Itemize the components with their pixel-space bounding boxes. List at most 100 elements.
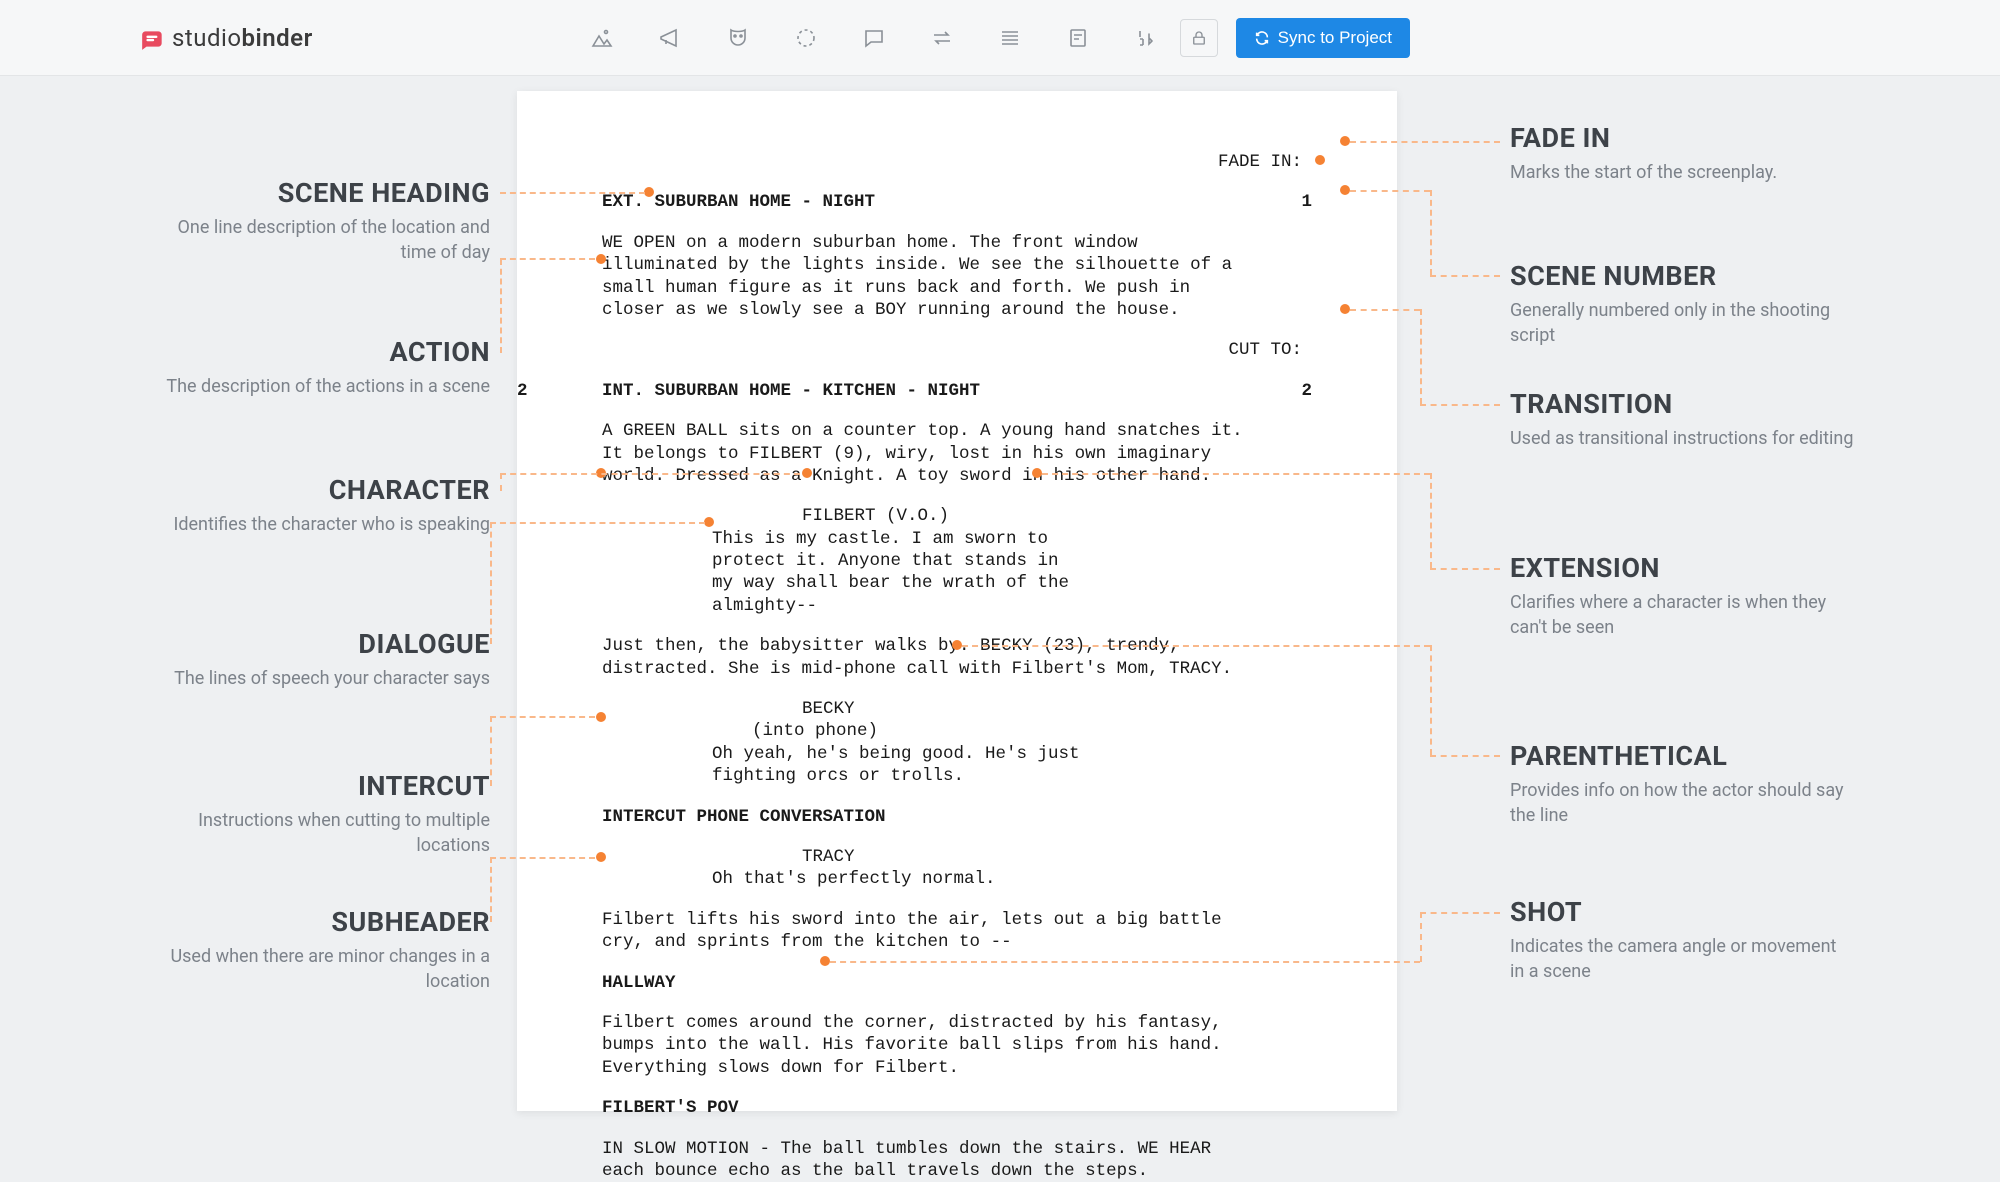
anno-desc: Marks the start of the screenplay. bbox=[1510, 160, 1855, 185]
connector-dot bbox=[1315, 155, 1325, 165]
right-annotation-extension: EXTENSION Clarifies where a character is… bbox=[1510, 552, 1855, 640]
connector-line bbox=[1042, 473, 1430, 475]
connector-line bbox=[1420, 912, 1500, 914]
scene-icon[interactable] bbox=[590, 26, 614, 50]
circle-icon[interactable] bbox=[794, 26, 818, 50]
scene2-number-left: 2 bbox=[517, 380, 557, 402]
anno-desc: Used as transitional instructions for ed… bbox=[1510, 426, 1855, 451]
action-becky-intro: Just then, the babysitter walks by. BECK… bbox=[602, 635, 1342, 680]
action-hallway: Filbert comes around the corner, distrac… bbox=[602, 1012, 1342, 1079]
scene2-action: A GREEN BALL sits on a counter top. A yo… bbox=[602, 420, 1342, 487]
anno-title: SCENE NUMBER bbox=[1510, 260, 1855, 292]
fade-in: FADE IN: bbox=[602, 151, 1342, 173]
right-annotation-scene-number: SCENE NUMBER Generally numbered only in … bbox=[1510, 260, 1855, 348]
shot-pov: FILBERT'S POV bbox=[602, 1097, 1342, 1119]
connector-dot bbox=[1340, 185, 1350, 195]
connector-dot bbox=[802, 468, 812, 478]
action-pov: IN SLOW MOTION - The ball tumbles down t… bbox=[602, 1138, 1342, 1182]
connector-line bbox=[500, 473, 502, 491]
connector-line bbox=[962, 645, 1430, 647]
swap-icon[interactable] bbox=[930, 26, 954, 50]
sync-to-project-button[interactable]: Sync to Project bbox=[1236, 18, 1410, 58]
connector-line bbox=[490, 716, 492, 786]
sync-button-label: Sync to Project bbox=[1278, 28, 1392, 48]
left-annotation-intercut: INTERCUT Instructions when cutting to mu… bbox=[145, 770, 490, 858]
toolbar-right-group: Sync to Project bbox=[1180, 18, 1410, 58]
connector-line bbox=[830, 961, 1420, 963]
scene-heading-2: 2 INT. SUBURBAN HOME - KITCHEN - NIGHT 2 bbox=[602, 380, 1342, 402]
anno-title: FADE IN bbox=[1510, 122, 1855, 154]
connector-dot bbox=[1032, 468, 1042, 478]
toolbar-tools bbox=[590, 26, 1158, 50]
connector-line bbox=[1430, 645, 1432, 755]
lines-icon[interactable] bbox=[998, 26, 1022, 50]
anno-desc: Clarifies where a character is when they… bbox=[1510, 590, 1855, 640]
connector-line bbox=[490, 522, 705, 524]
scene2-number-right: 2 bbox=[1301, 380, 1342, 402]
dialogue-becky: Oh yeah, he's being good. He's just figh… bbox=[712, 743, 1212, 788]
anno-title: SCENE HEADING bbox=[145, 177, 490, 209]
left-annotation-character: CHARACTER Identifies the character who i… bbox=[145, 474, 490, 537]
transition-cut-to: CUT TO: bbox=[602, 339, 1342, 361]
connector-dot bbox=[1340, 304, 1350, 314]
connector-line bbox=[1430, 275, 1500, 277]
left-annotation-subheader: SUBHEADER Used when there are minor chan… bbox=[145, 906, 490, 994]
numbering-icon[interactable] bbox=[1134, 26, 1158, 50]
connector-line bbox=[490, 522, 492, 644]
anno-title: DIALOGUE bbox=[145, 628, 490, 660]
connector-line bbox=[500, 259, 502, 353]
lock-button[interactable] bbox=[1180, 19, 1218, 57]
anno-desc: Instructions when cutting to multiple lo… bbox=[145, 808, 490, 858]
action-sword: Filbert lifts his sword into the air, le… bbox=[602, 909, 1342, 954]
document-canvas: FADE IN: EXT. SUBURBAN HOME - NIGHT 1 WE… bbox=[0, 76, 2000, 1125]
character-tracy: TRACY bbox=[802, 846, 1342, 868]
connector-dot bbox=[1340, 136, 1350, 146]
anno-title: SHOT bbox=[1510, 896, 1855, 928]
anno-desc: One line description of the location and… bbox=[145, 215, 490, 265]
connector-line bbox=[490, 857, 492, 922]
character-filbert: FILBERT (V.O.) bbox=[802, 505, 1342, 527]
connector-line bbox=[1430, 755, 1500, 757]
anno-title: EXTENSION bbox=[1510, 552, 1855, 584]
connector-line bbox=[490, 716, 595, 718]
dialogue-filbert: This is my castle. I am sworn to protect… bbox=[712, 528, 1212, 618]
anno-desc: Indicates the camera angle or movement i… bbox=[1510, 934, 1855, 984]
note-icon[interactable] bbox=[1066, 26, 1090, 50]
brand-icon bbox=[140, 26, 166, 50]
connector-dot bbox=[596, 852, 606, 862]
toolbar: studiobinder bbox=[0, 0, 2000, 76]
anno-title: TRANSITION bbox=[1510, 388, 1855, 420]
connector-line bbox=[1430, 473, 1432, 568]
intercut-heading: INTERCUT PHONE CONVERSATION bbox=[602, 806, 1342, 828]
connector-dot bbox=[820, 956, 830, 966]
connector-line bbox=[1350, 309, 1420, 311]
connector-line bbox=[1420, 309, 1422, 404]
mask-icon[interactable] bbox=[726, 26, 750, 50]
anno-desc: Identifies the character who is speaking bbox=[145, 512, 490, 537]
connector-line bbox=[500, 192, 645, 194]
announce-icon[interactable] bbox=[658, 26, 682, 50]
anno-desc: The description of the actions in a scen… bbox=[145, 374, 490, 399]
right-annotation-parenthetical: PARENTHETICAL Provides info on how the a… bbox=[1510, 740, 1855, 828]
scene1-heading-text: EXT. SUBURBAN HOME - NIGHT bbox=[602, 191, 875, 213]
connector-line bbox=[490, 857, 595, 859]
comment-icon[interactable] bbox=[862, 26, 886, 50]
anno-desc: Used when there are minor changes in a l… bbox=[145, 944, 490, 994]
anno-title: SUBHEADER bbox=[145, 906, 490, 938]
brand-logo[interactable]: studiobinder bbox=[140, 24, 313, 52]
connector-dot bbox=[952, 640, 962, 650]
connector-line bbox=[1350, 141, 1500, 143]
anno-desc: Generally numbered only in the shooting … bbox=[1510, 298, 1855, 348]
anno-title: ACTION bbox=[145, 336, 490, 368]
scene1-number-right: 1 bbox=[1301, 191, 1342, 213]
connector-line bbox=[500, 258, 595, 260]
connector-line bbox=[500, 473, 800, 475]
scene-heading-1: EXT. SUBURBAN HOME - NIGHT 1 bbox=[602, 191, 1342, 213]
parenthetical-becky: (into phone) bbox=[752, 720, 1342, 742]
sync-icon bbox=[1254, 30, 1270, 46]
connector-line bbox=[1350, 190, 1430, 192]
anno-desc: Provides info on how the actor should sa… bbox=[1510, 778, 1855, 828]
right-annotation-shot: SHOT Indicates the camera angle or movem… bbox=[1510, 896, 1855, 984]
subheader-hallway: HALLWAY bbox=[602, 972, 1342, 994]
scene2-heading-text: INT. SUBURBAN HOME - KITCHEN - NIGHT bbox=[602, 380, 980, 402]
